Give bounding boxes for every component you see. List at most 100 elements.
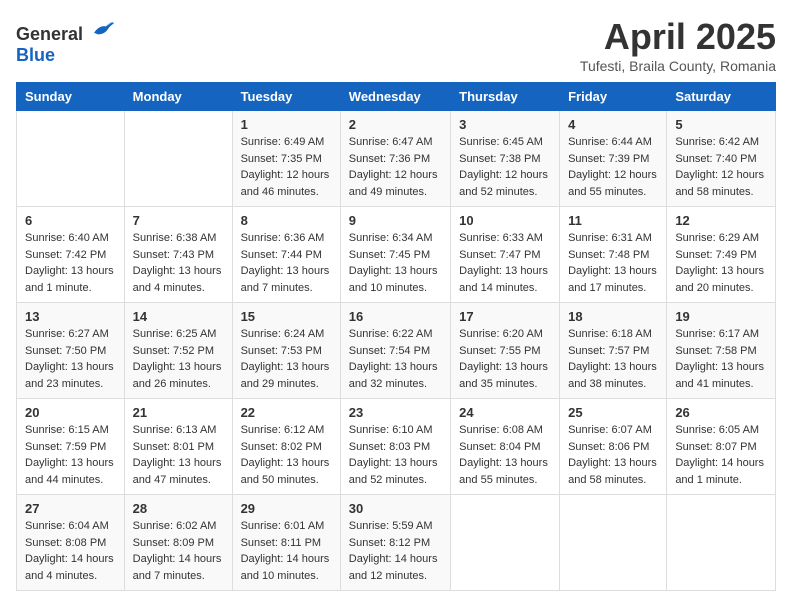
day-header-saturday: Saturday <box>667 83 776 111</box>
page-header: General Blue April 2025 Tufesti, Braila … <box>16 16 776 74</box>
cell-content: Sunrise: 6:17 AM Sunset: 7:58 PM Dayligh… <box>675 326 767 392</box>
day-number: 9 <box>349 213 442 228</box>
calendar-cell: 14 Sunrise: 6:25 AM Sunset: 7:52 PM Dayli… <box>124 303 232 399</box>
day-number: 7 <box>133 213 224 228</box>
day-number: 8 <box>241 213 332 228</box>
day-header-friday: Friday <box>560 83 667 111</box>
days-header-row: SundayMondayTuesdayWednesdayThursdayFrid… <box>17 83 776 111</box>
calendar-cell: 4 Sunrise: 6:44 AM Sunset: 7:39 PM Daylig… <box>560 111 667 207</box>
calendar-cell: 6 Sunrise: 6:40 AM Sunset: 7:42 PM Daylig… <box>17 207 125 303</box>
month-title: April 2025 <box>580 16 776 58</box>
cell-content: Sunrise: 6:34 AM Sunset: 7:45 PM Dayligh… <box>349 230 442 296</box>
calendar-cell: 20Sunrise: 6:15 AM Sunset: 7:59 PM Dayli… <box>17 399 125 495</box>
cell-content: Sunrise: 6:42 AM Sunset: 7:40 PM Dayligh… <box>675 134 767 200</box>
calendar-cell: 27Sunrise: 6:04 AM Sunset: 8:08 PM Dayli… <box>17 495 125 591</box>
day-number: 29 <box>241 501 332 516</box>
cell-content: Sunrise: 6:29 AM Sunset: 7:49 PM Dayligh… <box>675 230 767 296</box>
cell-content: Sunrise: 6:31 AM Sunset: 7:48 PM Dayligh… <box>568 230 658 296</box>
cell-content: Sunrise: 6:44 AM Sunset: 7:39 PM Dayligh… <box>568 134 658 200</box>
calendar-cell <box>667 495 776 591</box>
calendar-cell: 29 Sunrise: 6:01 AM Sunset: 8:11 PM Dayli… <box>232 495 340 591</box>
cell-content: Sunrise: 6:12 AM Sunset: 8:02 PM Dayligh… <box>241 422 332 488</box>
day-number: 24 <box>459 405 551 420</box>
calendar-cell: 19Sunrise: 6:17 AM Sunset: 7:58 PM Dayli… <box>667 303 776 399</box>
calendar-cell: 26Sunrise: 6:05 AM Sunset: 8:07 PM Dayli… <box>667 399 776 495</box>
cell-content: Sunrise: 6:18 AM Sunset: 7:57 PM Dayligh… <box>568 326 658 392</box>
day-header-thursday: Thursday <box>451 83 560 111</box>
cell-content: Sunrise: 6:33 AM Sunset: 7:47 PM Dayligh… <box>459 230 551 296</box>
day-number: 28 <box>133 501 224 516</box>
calendar-cell: 18 Sunrise: 6:18 AM Sunset: 7:57 PM Dayli… <box>560 303 667 399</box>
day-number: 18 <box>568 309 658 324</box>
calendar-cell <box>17 111 125 207</box>
day-number: 17 <box>459 309 551 324</box>
location-subtitle: Tufesti, Braila County, Romania <box>580 58 776 74</box>
day-number: 21 <box>133 405 224 420</box>
cell-content: Sunrise: 6:25 AM Sunset: 7:52 PM Dayligh… <box>133 326 224 392</box>
logo-general: General <box>16 24 83 44</box>
cell-content: Sunrise: 6:49 AM Sunset: 7:35 PM Dayligh… <box>241 134 332 200</box>
cell-content: Sunrise: 6:36 AM Sunset: 7:44 PM Dayligh… <box>241 230 332 296</box>
week-row-2: 6 Sunrise: 6:40 AM Sunset: 7:42 PM Daylig… <box>17 207 776 303</box>
calendar-cell: 2 Sunrise: 6:47 AM Sunset: 7:36 PM Daylig… <box>340 111 450 207</box>
day-number: 13 <box>25 309 116 324</box>
calendar-cell: 23Sunrise: 6:10 AM Sunset: 8:03 PM Dayli… <box>340 399 450 495</box>
cell-content: Sunrise: 6:38 AM Sunset: 7:43 PM Dayligh… <box>133 230 224 296</box>
day-number: 14 <box>133 309 224 324</box>
logo: General Blue <box>16 16 114 66</box>
logo-text: General Blue <box>16 16 114 66</box>
calendar-cell: 8 Sunrise: 6:36 AM Sunset: 7:44 PM Daylig… <box>232 207 340 303</box>
cell-content: Sunrise: 6:27 AM Sunset: 7:50 PM Dayligh… <box>25 326 116 392</box>
calendar-cell: 3Sunrise: 6:45 AM Sunset: 7:38 PM Daylig… <box>451 111 560 207</box>
day-number: 1 <box>241 117 332 132</box>
day-number: 4 <box>568 117 658 132</box>
calendar-cell <box>124 111 232 207</box>
calendar-cell: 11 Sunrise: 6:31 AM Sunset: 7:48 PM Dayli… <box>560 207 667 303</box>
cell-content: Sunrise: 6:40 AM Sunset: 7:42 PM Dayligh… <box>25 230 116 296</box>
cell-content: Sunrise: 6:45 AM Sunset: 7:38 PM Dayligh… <box>459 134 551 200</box>
week-row-4: 20Sunrise: 6:15 AM Sunset: 7:59 PM Dayli… <box>17 399 776 495</box>
logo-bird-icon <box>90 16 114 40</box>
day-header-wednesday: Wednesday <box>340 83 450 111</box>
cell-content: Sunrise: 6:07 AM Sunset: 8:06 PM Dayligh… <box>568 422 658 488</box>
calendar-cell: 22 Sunrise: 6:12 AM Sunset: 8:02 PM Dayli… <box>232 399 340 495</box>
calendar-cell: 25 Sunrise: 6:07 AM Sunset: 8:06 PM Dayli… <box>560 399 667 495</box>
day-number: 20 <box>25 405 116 420</box>
cell-content: Sunrise: 6:04 AM Sunset: 8:08 PM Dayligh… <box>25 518 116 584</box>
cell-content: Sunrise: 6:24 AM Sunset: 7:53 PM Dayligh… <box>241 326 332 392</box>
calendar-cell: 21 Sunrise: 6:13 AM Sunset: 8:01 PM Dayli… <box>124 399 232 495</box>
day-number: 2 <box>349 117 442 132</box>
day-number: 11 <box>568 213 658 228</box>
cell-content: Sunrise: 5:59 AM Sunset: 8:12 PM Dayligh… <box>349 518 442 584</box>
cell-content: Sunrise: 6:13 AM Sunset: 8:01 PM Dayligh… <box>133 422 224 488</box>
cell-content: Sunrise: 6:01 AM Sunset: 8:11 PM Dayligh… <box>241 518 332 584</box>
cell-content: Sunrise: 6:10 AM Sunset: 8:03 PM Dayligh… <box>349 422 442 488</box>
calendar-cell: 15 Sunrise: 6:24 AM Sunset: 7:53 PM Dayli… <box>232 303 340 399</box>
calendar-cell: 17 Sunrise: 6:20 AM Sunset: 7:55 PM Dayli… <box>451 303 560 399</box>
calendar-cell <box>560 495 667 591</box>
cell-content: Sunrise: 6:20 AM Sunset: 7:55 PM Dayligh… <box>459 326 551 392</box>
calendar-cell: 10 Sunrise: 6:33 AM Sunset: 7:47 PM Dayli… <box>451 207 560 303</box>
calendar-cell: 13 Sunrise: 6:27 AM Sunset: 7:50 PM Dayli… <box>17 303 125 399</box>
week-row-3: 13 Sunrise: 6:27 AM Sunset: 7:50 PM Dayli… <box>17 303 776 399</box>
day-number: 25 <box>568 405 658 420</box>
calendar-cell: 7 Sunrise: 6:38 AM Sunset: 7:43 PM Daylig… <box>124 207 232 303</box>
week-row-1: 1 Sunrise: 6:49 AM Sunset: 7:35 PM Daylig… <box>17 111 776 207</box>
day-number: 6 <box>25 213 116 228</box>
day-number: 5 <box>675 117 767 132</box>
calendar-table: SundayMondayTuesdayWednesdayThursdayFrid… <box>16 82 776 591</box>
cell-content: Sunrise: 6:08 AM Sunset: 8:04 PM Dayligh… <box>459 422 551 488</box>
day-number: 26 <box>675 405 767 420</box>
day-number: 30 <box>349 501 442 516</box>
day-number: 22 <box>241 405 332 420</box>
calendar-cell: 16Sunrise: 6:22 AM Sunset: 7:54 PM Dayli… <box>340 303 450 399</box>
cell-content: Sunrise: 6:22 AM Sunset: 7:54 PM Dayligh… <box>349 326 442 392</box>
day-number: 15 <box>241 309 332 324</box>
cell-content: Sunrise: 6:47 AM Sunset: 7:36 PM Dayligh… <box>349 134 442 200</box>
day-header-tuesday: Tuesday <box>232 83 340 111</box>
logo-blue: Blue <box>16 45 55 65</box>
day-header-sunday: Sunday <box>17 83 125 111</box>
calendar-cell: 24 Sunrise: 6:08 AM Sunset: 8:04 PM Dayli… <box>451 399 560 495</box>
calendar-cell: 28Sunrise: 6:02 AM Sunset: 8:09 PM Dayli… <box>124 495 232 591</box>
day-number: 10 <box>459 213 551 228</box>
